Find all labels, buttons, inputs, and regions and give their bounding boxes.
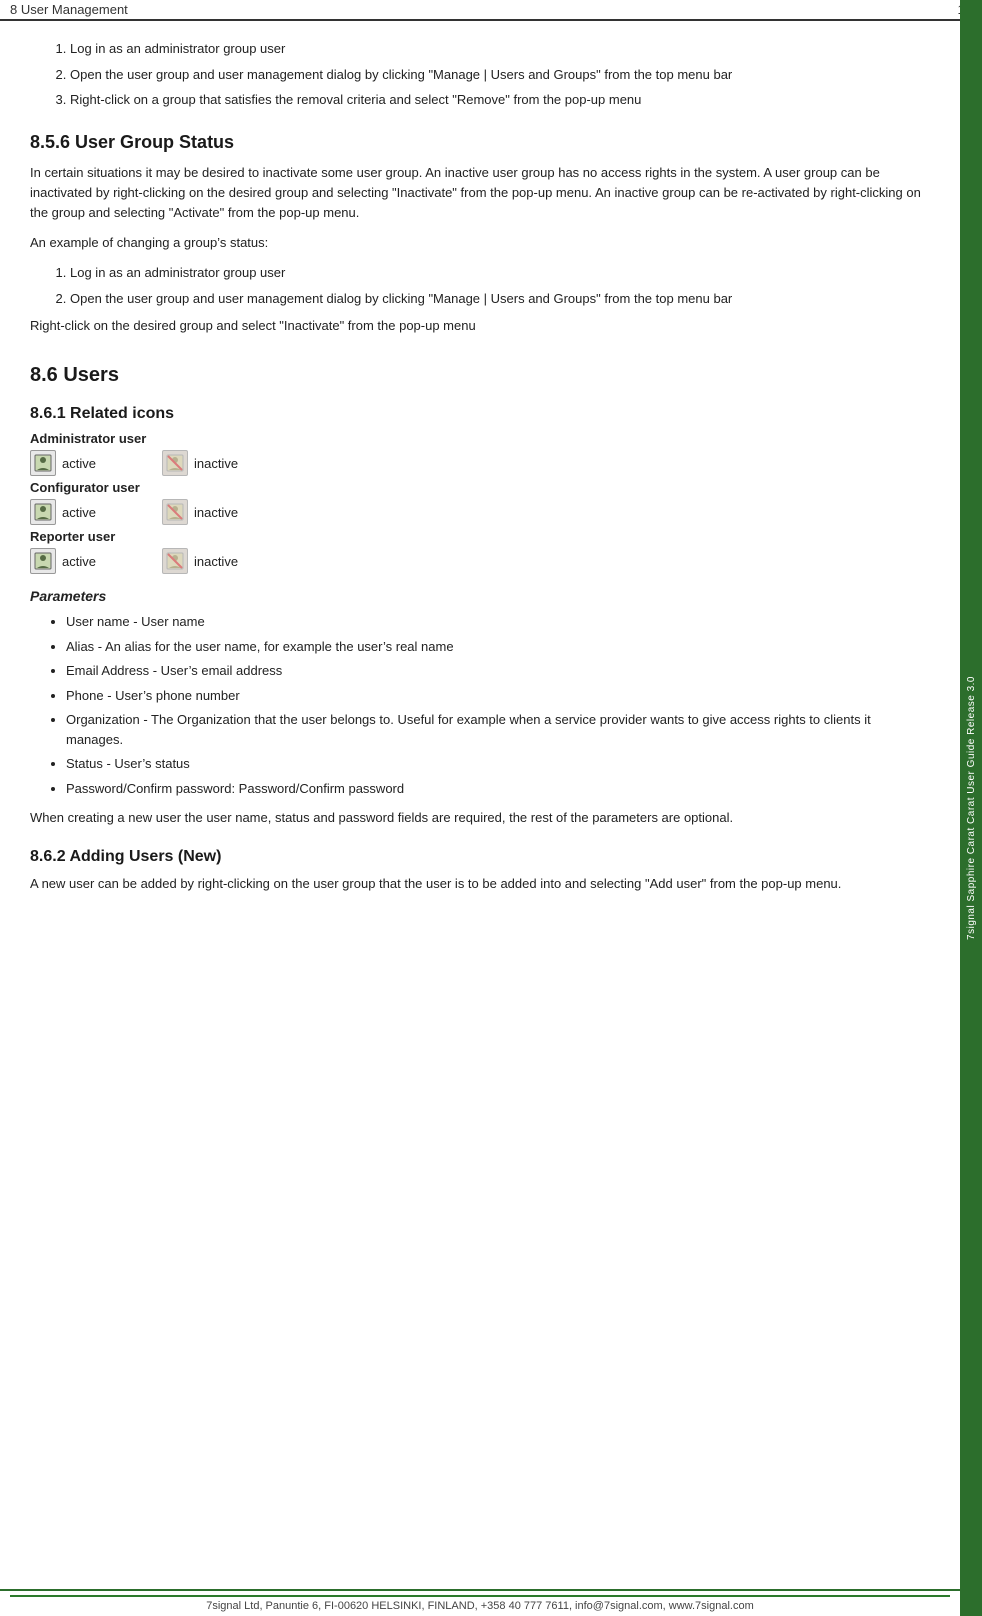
section-862-para: A new user can be added by right-clickin… xyxy=(30,874,930,894)
config-label: Configurator user xyxy=(30,480,140,495)
params-list: User name - User name Alias - An alias f… xyxy=(66,612,930,798)
section-856-heading: 8.5.6 User Group Status xyxy=(30,132,930,153)
list-item: Open the user group and user management … xyxy=(70,65,930,85)
inactive-label: inactive xyxy=(194,456,238,471)
admin-user-section: Administrator user active inactive xyxy=(30,431,930,476)
list-item: Log in as an administrator group user xyxy=(70,39,930,59)
section-862-heading: 8.6.2 Adding Users (New) xyxy=(30,848,930,866)
section-856-subtext: Right-click on the desired group and sel… xyxy=(30,316,930,336)
chapter-title: 8 User Management xyxy=(10,2,128,17)
section-856-sublist: Log in as an administrator group user Op… xyxy=(70,263,930,308)
list-item: Password/Confirm password: Password/Conf… xyxy=(66,779,930,799)
admin-label: Administrator user xyxy=(30,431,146,446)
reporter-label: Reporter user xyxy=(30,529,115,544)
top-bar: 8 User Management 16 xyxy=(0,0,982,21)
list-item: User name - User name xyxy=(66,612,930,632)
footer: 7signal Ltd, Panuntie 6, FI-00620 HELSIN… xyxy=(0,1589,960,1616)
params-heading: Parameters xyxy=(30,588,930,604)
list-item: Email Address - User’s email address xyxy=(66,661,930,681)
admin-icon-row: active inactive xyxy=(30,450,930,476)
footer-text: 7signal Ltd, Panuntie 6, FI-00620 HELSIN… xyxy=(10,1600,950,1612)
reporter-icon-row: active inactive xyxy=(30,548,930,574)
intro-list: Log in as an administrator group user Op… xyxy=(70,39,930,110)
main-content: Log in as an administrator group user Op… xyxy=(0,21,960,964)
reporter-inactive-icon xyxy=(162,548,188,574)
active-label3: active xyxy=(62,554,96,569)
config-icon-row: active inactive xyxy=(30,499,930,525)
list-item: Organization - The Organization that the… xyxy=(66,710,930,749)
active-label2: active xyxy=(62,505,96,520)
section-861-heading: 8.6.1 Related icons xyxy=(30,405,930,423)
inactive-label2: inactive xyxy=(194,505,238,520)
reporter-active-icon xyxy=(30,548,56,574)
section-856-para2: An example of changing a group’s status: xyxy=(30,233,930,253)
config-inactive-icon xyxy=(162,499,188,525)
section-856-para1: In certain situations it may be desired … xyxy=(30,163,930,223)
admin-inactive-icon xyxy=(162,450,188,476)
list-item: Log in as an administrator group user xyxy=(70,263,930,283)
section-86-heading: 8.6 Users xyxy=(30,364,930,387)
sidebar-label: 7signal Sapphire Carat Carat User Guide … xyxy=(960,0,982,1616)
inactive-label3: inactive xyxy=(194,554,238,569)
admin-active-icon xyxy=(30,450,56,476)
list-item: Phone - User’s phone number xyxy=(66,686,930,706)
reporter-user-section: Reporter user active inactive xyxy=(30,529,930,574)
list-item: Status - User’s status xyxy=(66,754,930,774)
list-item: Right-click on a group that satisfies th… xyxy=(70,90,930,110)
footer-divider xyxy=(10,1595,950,1597)
list-item: Alias - An alias for the user name, for … xyxy=(66,637,930,657)
config-user-section: Configurator user active inactive xyxy=(30,480,930,525)
list-item: Open the user group and user management … xyxy=(70,289,930,309)
sidebar-label-text: 7signal Sapphire Carat Carat User Guide … xyxy=(966,676,977,940)
params-footer: When creating a new user the user name, … xyxy=(30,808,930,828)
config-active-icon xyxy=(30,499,56,525)
active-label: active xyxy=(62,456,96,471)
